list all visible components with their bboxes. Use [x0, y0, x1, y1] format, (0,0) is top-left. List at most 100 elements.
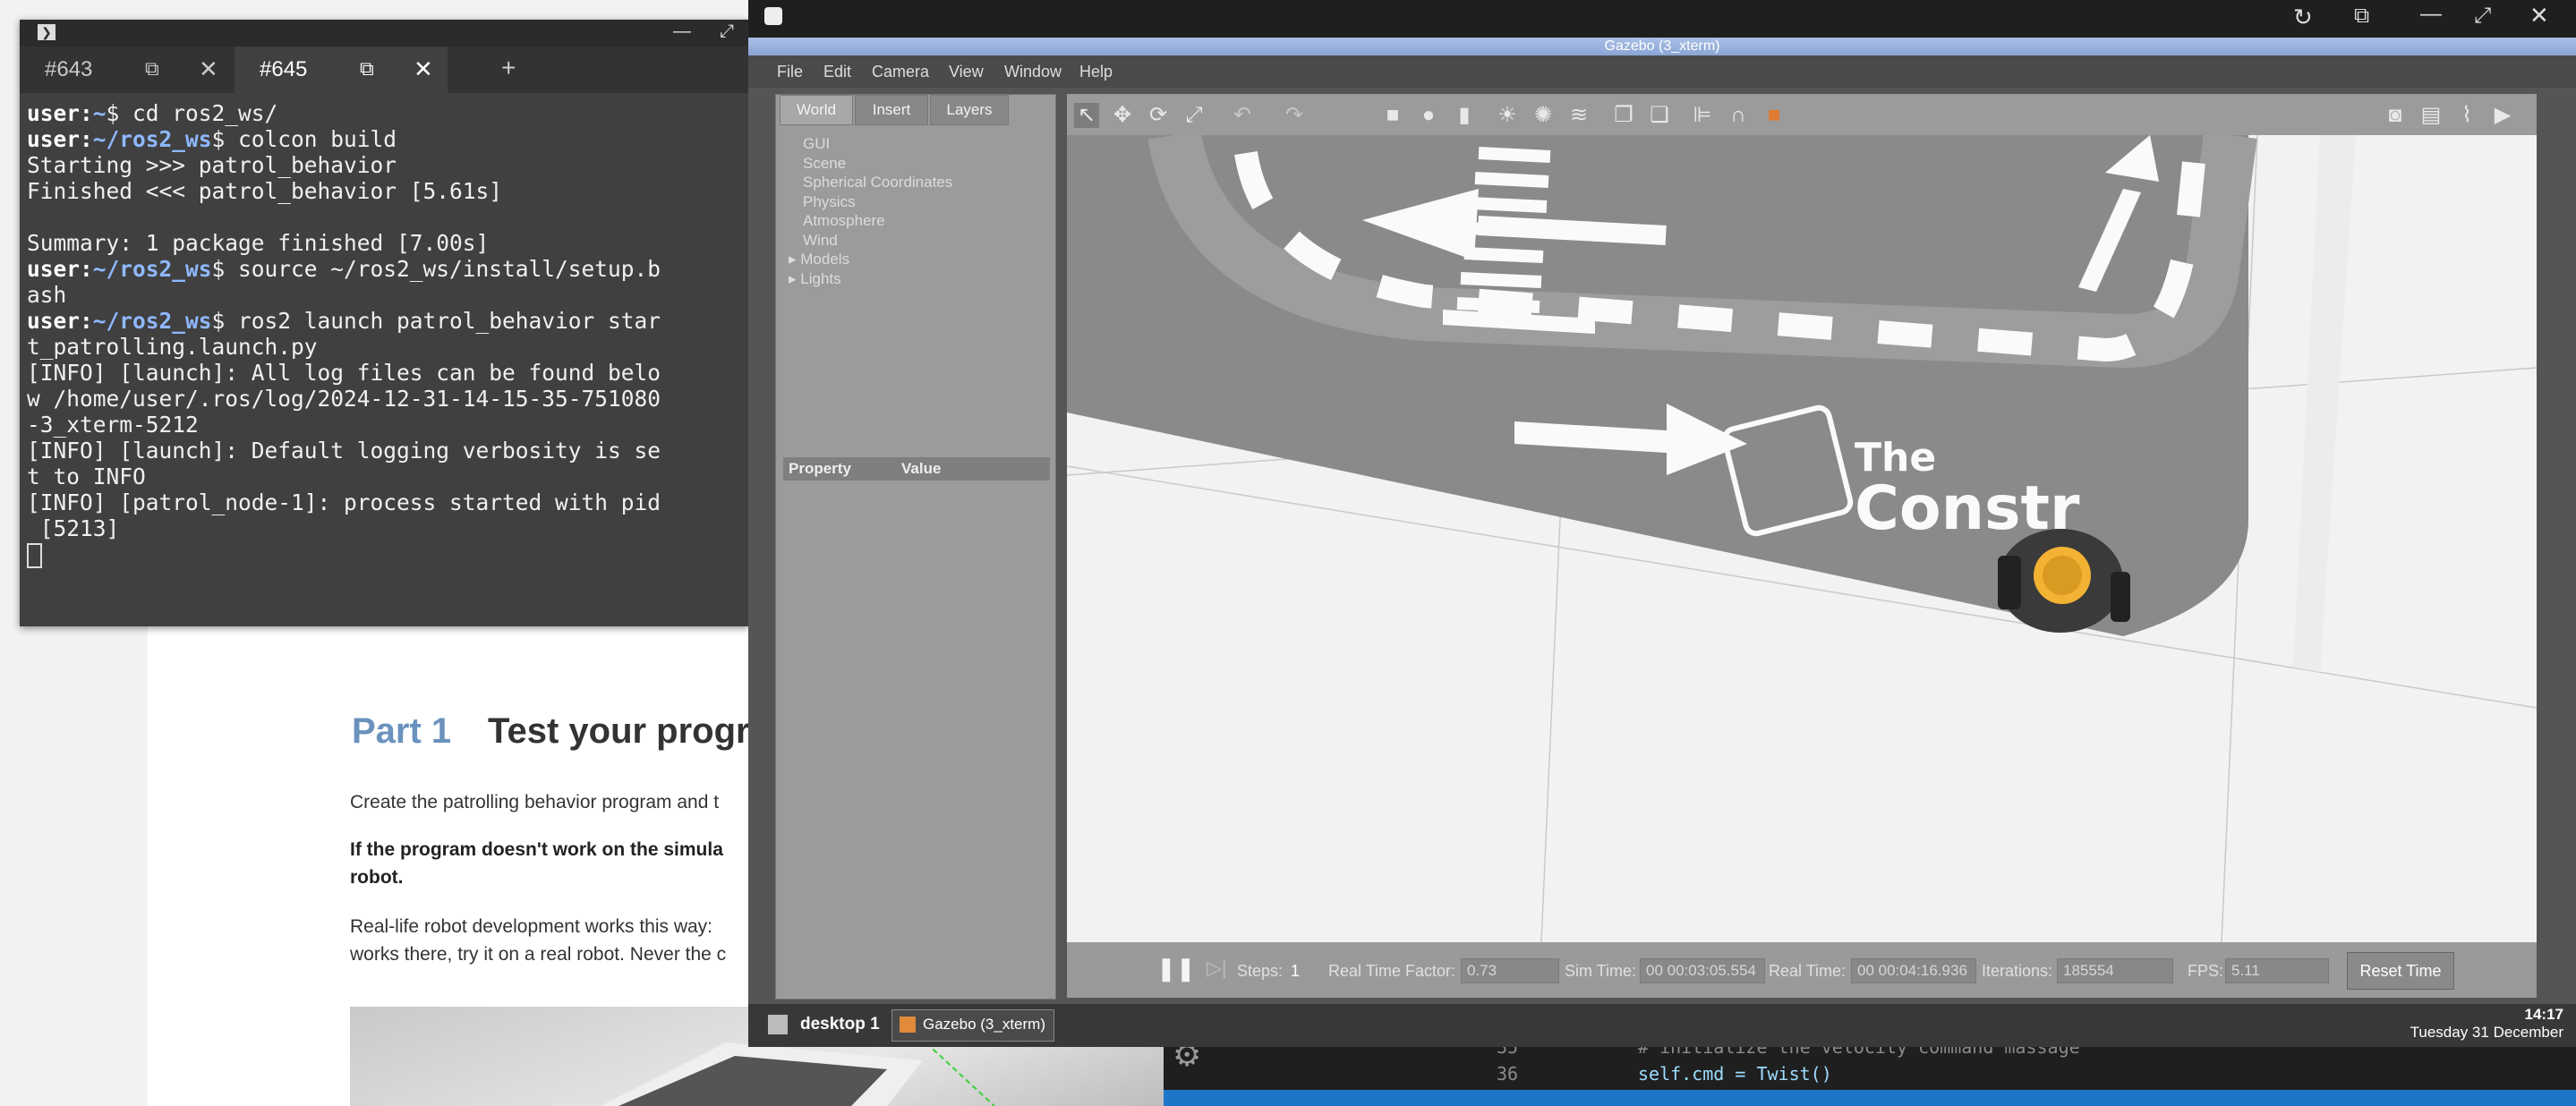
directional-light-icon[interactable]: ≋: [1566, 103, 1591, 128]
tree-item-label: Models: [800, 251, 850, 268]
expand-arrow-icon[interactable]: ▸: [789, 270, 800, 287]
prompt-user: user:: [27, 100, 93, 126]
line-number: 36: [1497, 1063, 1519, 1085]
redo-icon[interactable]: ↷: [1282, 103, 1307, 128]
3d-scene[interactable]: The Constr: [1067, 135, 2537, 942]
expand-arrow-icon[interactable]: ▸: [789, 251, 800, 268]
tab-645[interactable]: #645 ⧉ ✕: [235, 47, 448, 93]
add-tab-button[interactable]: +: [501, 54, 516, 82]
render-viewport: ↖ ✥ ⟳ ⤢ ↶ ↷ ■ ● ▮ ☀ ✺ ≋ ❐ ❏ ⊫ ∩ ■ ◙ ▤ ⌇: [1067, 94, 2537, 998]
taskbar-clock: 14:17 Tuesday 31 December: [2410, 1006, 2563, 1042]
world-tree: GUI Scene Spherical Coordinates Physics …: [789, 134, 952, 288]
snap-icon[interactable]: ∩: [1726, 103, 1751, 128]
host-titlebar: ↻ ⧉ — ⤢ ✕: [748, 0, 2576, 38]
clock-date: Tuesday 31 December: [2410, 1024, 2563, 1041]
menu-window[interactable]: Window: [1004, 63, 1062, 81]
pause-icon[interactable]: ❚❚: [1156, 955, 1196, 983]
scale-icon[interactable]: ⤢: [1181, 103, 1207, 128]
terminal-window[interactable]: ❯ — ⤢ #643 ⧉ ✕ #645 ⧉ ✕ + user:~$ cd ros…: [20, 20, 749, 626]
tree-item-spherical[interactable]: Spherical Coordinates: [803, 173, 952, 192]
menu-camera[interactable]: Camera: [872, 63, 929, 81]
terminal-line: t to INFO: [27, 464, 146, 489]
prompt-path: ~: [92, 100, 107, 126]
terminal-line: [INFO] [launch]: All log files can be fo…: [27, 360, 661, 386]
terminal-line: t_patrolling.launch.py: [27, 334, 318, 360]
align-icon[interactable]: ⊫: [1690, 103, 1715, 128]
desktop-label[interactable]: desktop 1: [800, 1015, 880, 1034]
menu-file[interactable]: File: [777, 63, 803, 81]
terminal-output[interactable]: user:~$ cd ros2_ws/user:~/ros2_ws$ colco…: [27, 100, 743, 568]
steps-value[interactable]: 1: [1291, 962, 1300, 981]
video-record-icon[interactable]: ▶: [2490, 103, 2515, 128]
taskbar-item-gazebo[interactable]: Gazebo (3_xterm): [891, 1009, 1054, 1042]
tab-insert[interactable]: Insert: [855, 95, 928, 125]
viewport-toolbar: ↖ ✥ ⟳ ⤢ ↶ ↷ ■ ● ▮ ☀ ✺ ≋ ❐ ❏ ⊫ ∩ ■ ◙ ▤ ⌇: [1067, 94, 2537, 136]
value-column-header: Value: [901, 460, 942, 477]
translate-icon[interactable]: ✥: [1110, 103, 1135, 128]
doc-paragraph: Create the patrolling behavior program a…: [350, 792, 720, 812]
desktop-icon[interactable]: [768, 1015, 788, 1034]
popout-icon[interactable]: ⧉: [360, 57, 374, 81]
spot-light-icon[interactable]: ✺: [1531, 103, 1556, 128]
tree-item-gui[interactable]: GUI: [803, 134, 952, 154]
log-icon[interactable]: ▤: [2418, 103, 2444, 128]
world-panel: World Insert Layers GUI Scene Spherical …: [775, 94, 1056, 1000]
point-light-icon[interactable]: ☀: [1495, 103, 1520, 128]
steps-label: Steps:: [1237, 962, 1284, 980]
plot-icon[interactable]: ⌇: [2454, 103, 2479, 128]
rotate-icon[interactable]: ⟳: [1146, 103, 1171, 128]
tree-item-physics[interactable]: Physics: [803, 192, 952, 212]
step-icon[interactable]: ▷|: [1207, 957, 1227, 980]
menu-help[interactable]: Help: [1079, 63, 1113, 81]
sim-time-label: Sim Time:: [1565, 962, 1637, 980]
popout-icon[interactable]: ⧉: [2354, 4, 2369, 29]
select-mode-icon[interactable]: ↖: [1074, 103, 1099, 128]
close-icon[interactable]: ✕: [414, 55, 433, 83]
close-icon[interactable]: ✕: [2529, 2, 2549, 30]
terminal-line: Finished <<< patrol_behavior [5.61s]: [27, 178, 503, 204]
tree-item-models[interactable]: ▸ Models: [789, 250, 952, 269]
tree-item-scene[interactable]: Scene: [803, 154, 952, 174]
screenshot-icon[interactable]: ◙: [2383, 103, 2408, 128]
doc-bold-line: If the program doesn't work on the simul…: [350, 839, 723, 860]
side-wall: [2293, 135, 2356, 672]
fullscreen-icon[interactable]: ⤢: [2474, 4, 2491, 29]
minimize-icon[interactable]: —: [2420, 2, 2442, 27]
clock-time: 14:17: [2524, 1006, 2563, 1023]
sphere-shape-icon[interactable]: ●: [1416, 103, 1441, 128]
taskbar: desktop 1 Gazebo (3_xterm): [748, 1004, 2576, 1047]
close-icon[interactable]: ✕: [199, 55, 218, 83]
cylinder-shape-icon[interactable]: ▮: [1452, 103, 1477, 128]
terminal-tab-bar: #643 ⧉ ✕ #645 ⧉ ✕ +: [20, 47, 749, 93]
menu-edit[interactable]: Edit: [823, 63, 851, 81]
menu-view[interactable]: View: [949, 63, 984, 81]
taskbar-item-label: Gazebo (3_xterm): [923, 1016, 1045, 1033]
gazebo-host-window[interactable]: ↻ ⧉ — ⤢ ✕ Gazebo (3_xterm) File Edit Cam…: [748, 0, 2576, 1047]
change-view-icon[interactable]: ■: [1761, 103, 1787, 128]
tree-item-atmosphere[interactable]: Atmosphere: [803, 211, 952, 231]
real-time-field: 00 00:04:16.936: [1851, 958, 1976, 983]
tab-643[interactable]: #643 ⧉ ✕: [20, 47, 233, 93]
doc-paragraph: works there, try it on a real robot. Nev…: [350, 944, 727, 965]
paste-icon[interactable]: ❏: [1647, 103, 1672, 128]
property-header: Property Value: [783, 457, 1050, 481]
tree-item-lights[interactable]: ▸ Lights: [789, 269, 952, 289]
terminal-line: Summary: 1 package finished [7.00s]: [27, 230, 490, 256]
refresh-icon[interactable]: ↻: [2293, 4, 2313, 31]
popout-icon[interactable]: ⧉: [145, 57, 159, 81]
terminal-line: [INFO] [patrol_node-1]: process started …: [27, 489, 661, 515]
reset-time-button[interactable]: Reset Time: [2347, 952, 2454, 990]
maximize-icon[interactable]: ⤢: [720, 21, 734, 42]
fps-field: 5.11: [2225, 958, 2329, 983]
undo-icon[interactable]: ↶: [1230, 103, 1255, 128]
tab-world[interactable]: World: [780, 95, 853, 125]
copy-icon[interactable]: ❐: [1611, 103, 1636, 128]
tab-layers[interactable]: Layers: [930, 95, 1009, 125]
prompt-user: user:: [27, 256, 93, 282]
minimize-icon[interactable]: —: [673, 21, 691, 42]
tree-item-wind[interactable]: Wind: [803, 231, 952, 251]
code-line: self.cmd = Twist(): [1638, 1063, 1832, 1085]
box-shape-icon[interactable]: ■: [1380, 103, 1405, 128]
world-scene: The Constr: [1067, 135, 2537, 942]
